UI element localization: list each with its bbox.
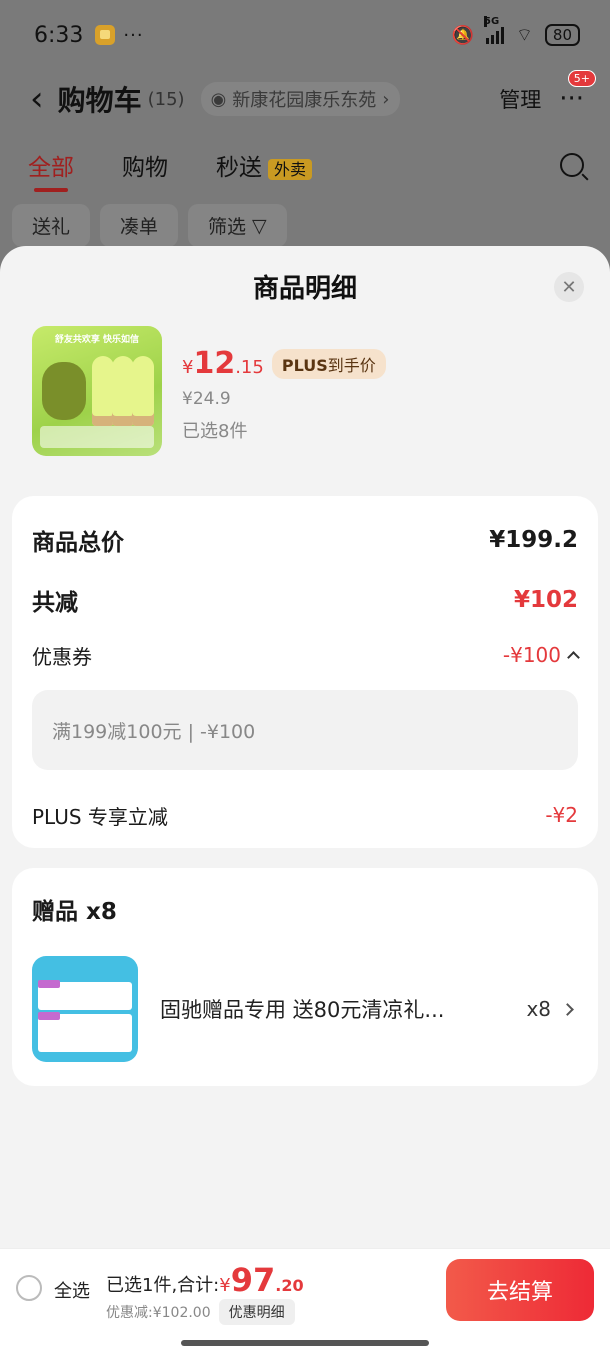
total-price-row: 商品总价 ¥199.2 [32, 522, 578, 558]
product-info: ¥ 12 .15 PLUS到手价 ¥24.9 已选8件 [182, 326, 386, 476]
page-title: 购物车 [57, 84, 142, 117]
plus-discount-row: PLUS 专享立减 -¥2 [32, 798, 578, 832]
search-icon[interactable] [560, 153, 584, 177]
gift-quantity: x8 [526, 997, 551, 1021]
filter-chips: 送礼 凑单 筛选 ▽ [12, 204, 287, 247]
popsicle-graphic [132, 356, 154, 426]
plus-discount-label: PLUS 专享立减 [32, 804, 168, 829]
manage-button[interactable]: 管理 [499, 84, 541, 114]
price-decimal: .15 [235, 357, 264, 378]
back-icon[interactable]: ‹ [30, 79, 44, 119]
plus-price-tag: PLUS到手价 [271, 348, 386, 379]
plus-tag-text: 到手价 [327, 355, 376, 375]
price-summary-card: 商品总价 ¥199.2 共减 ¥102 优惠券 -¥100 满199减100元 … [12, 496, 598, 848]
gift-image-tag [38, 980, 60, 988]
battery-icon: 80 [544, 24, 580, 46]
select-all-label[interactable]: 全选 [54, 1277, 90, 1303]
gift-image-header [38, 962, 132, 980]
status-time: 6:33 [34, 22, 84, 48]
mascot-graphic [42, 362, 86, 420]
status-bar: 6:33 ··· 🔕 5G ⌔ 80 [34, 16, 580, 52]
message-badge: 5+ [567, 70, 596, 87]
cart-tabs: 全部 购物 秒送 外卖 [28, 148, 584, 192]
tab-express-label: 秒送 [216, 155, 262, 181]
home-indicator[interactable] [181, 1340, 429, 1346]
chevron-right-icon: › [382, 88, 390, 110]
more-icon: ··· [559, 84, 584, 114]
chip-add-on[interactable]: 凑单 [100, 204, 179, 247]
price-row: ¥ 12 .15 PLUS到手价 [182, 346, 386, 381]
total-reduce-row: 共减 ¥102 [32, 582, 578, 618]
address-selector[interactable]: ◉ 新康花园康乐东苑 › [200, 82, 400, 116]
gifts-card: 赠品 x8 固驰赠品专用 送80元清凉礼... x8 [12, 868, 598, 1086]
checkout-button[interactable]: 去结算 [446, 1259, 594, 1321]
discount-detail-button[interactable]: 优惠明细 [218, 1299, 295, 1325]
wifi-icon: ⌔ [515, 24, 533, 46]
price-integer: 12 [193, 346, 236, 381]
gift-image [32, 956, 138, 1062]
coupon-detail-box: 满199减100元 | -¥100 [32, 690, 578, 770]
select-all-checkbox[interactable] [16, 1275, 42, 1301]
close-icon[interactable]: ✕ [554, 272, 584, 302]
cart-count: (15) [147, 88, 185, 110]
product-detail-sheet: 商品明细 ✕ 舒友共欢享 快乐如信 ¥ 12 .15 PLUS到手价 ¥24.9… [0, 246, 610, 1356]
original-price: ¥24.9 [182, 389, 231, 409]
filter-icon: ▽ [252, 214, 267, 237]
total-line: 已选1件,合计: ¥ 97 .20 [106, 1261, 304, 1299]
total-price-value: ¥199.2 [489, 527, 578, 553]
sheet-title: 商品明细 [252, 273, 357, 304]
gift-name: 固驰赠品专用 送80元清凉礼... [160, 998, 445, 1022]
price-symbol: ¥ [182, 357, 194, 378]
tab-express[interactable]: 秒送 外卖 [216, 148, 313, 182]
network-type: 5G [483, 16, 500, 27]
total-reduce-label: 共减 [32, 590, 78, 616]
total-decimal: .20 [275, 1276, 304, 1295]
mute-icon: 🔕 [451, 24, 474, 46]
plus-discount-value: -¥2 [545, 803, 578, 827]
chip-gift[interactable]: 送礼 [12, 204, 91, 247]
popsicle-graphic [112, 356, 134, 426]
popsicle-graphic [92, 356, 114, 426]
tab-shopping[interactable]: 购物 [122, 148, 168, 182]
notification-app-icon [95, 25, 116, 45]
plus-tag-bold: PLUS [281, 355, 328, 375]
chevron-up-icon[interactable] [567, 651, 580, 664]
signal-icon: 5G [483, 16, 504, 44]
address-text: 新康花园康乐东苑 [232, 90, 377, 111]
sheet-header: 商品明细 ✕ [0, 246, 610, 326]
chevron-right-icon[interactable] [561, 1002, 574, 1016]
product-image-banner: 舒友共欢享 快乐如信 [54, 335, 140, 345]
discount-line: 优惠减:¥102.00 优惠明细 [106, 1299, 295, 1325]
tab-all[interactable]: 全部 [28, 148, 74, 192]
product-image[interactable]: 舒友共欢享 快乐如信 [32, 326, 162, 456]
coupon-value: -¥100 [502, 643, 561, 667]
eye-icon: ◉ [210, 88, 227, 110]
chip-filter-label: 筛选 [208, 216, 247, 238]
product-summary: 舒友共欢享 快乐如信 ¥ 12 .15 PLUS到手价 ¥24.9 已选8件 [0, 326, 610, 476]
cart-nav-bar: ‹ 购物车 (15) ◉ 新康花园康乐东苑 › 管理 ··· 5+ [30, 70, 596, 122]
chip-filter[interactable]: 筛选 ▽ [188, 204, 287, 247]
coupon-label: 优惠券 [32, 644, 92, 669]
takeout-pill: 外卖 [268, 159, 313, 180]
gift-image-tag [38, 1012, 60, 1020]
discount-text: 优惠减:¥102.00 [106, 1305, 211, 1321]
product-image-footer [40, 426, 154, 448]
total-integer: 97 [230, 1261, 276, 1299]
selected-count: 已选8件 [182, 421, 248, 442]
more-menu-button[interactable]: ··· 5+ [559, 70, 596, 114]
total-prefix: 已选1件,合计: [106, 1275, 220, 1296]
total-reduce-value: ¥102 [513, 587, 578, 613]
gift-item[interactable]: 固驰赠品专用 送80元清凉礼... x8 [32, 956, 578, 1062]
gifts-title: 赠品 x8 [32, 899, 117, 925]
status-more: ··· [123, 24, 144, 46]
coupon-row[interactable]: 优惠券 -¥100 [32, 640, 580, 670]
total-price-label: 商品总价 [32, 530, 124, 556]
total-symbol: ¥ [219, 1275, 231, 1296]
checkout-bar: 全选 已选1件,合计: ¥ 97 .20 优惠减:¥102.00 优惠明细 去结… [0, 1248, 610, 1356]
coupon-value-group: -¥100 [502, 643, 580, 667]
